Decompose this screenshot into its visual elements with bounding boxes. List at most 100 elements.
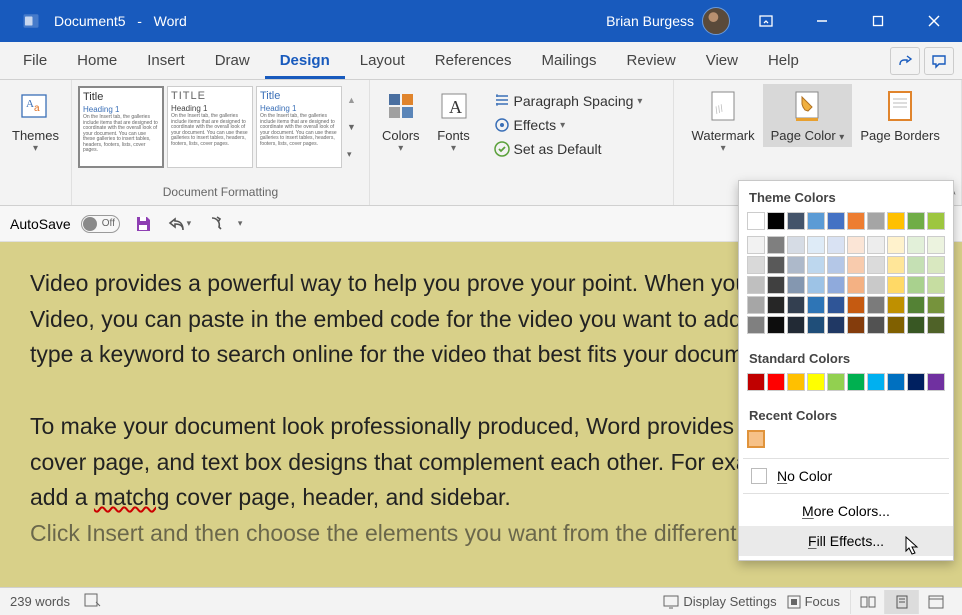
color-swatch[interactable] (847, 373, 865, 391)
share-button[interactable] (890, 47, 920, 75)
color-swatch[interactable] (767, 316, 785, 334)
color-swatch[interactable] (887, 316, 905, 334)
color-swatch[interactable] (767, 236, 785, 254)
set-as-default-button[interactable]: Set as Default (488, 138, 608, 160)
tab-insert[interactable]: Insert (132, 43, 200, 79)
color-swatch[interactable] (787, 296, 805, 314)
color-swatch[interactable] (827, 316, 845, 334)
colors-button[interactable]: Colors ▾ (374, 84, 428, 158)
tab-file[interactable]: File (8, 43, 62, 79)
color-swatch[interactable] (907, 373, 925, 391)
tab-design[interactable]: Design (265, 43, 345, 79)
color-swatch[interactable] (927, 373, 945, 391)
color-swatch[interactable] (807, 316, 825, 334)
color-swatch[interactable] (767, 256, 785, 274)
tab-help[interactable]: Help (753, 43, 814, 79)
display-settings-button[interactable]: Display Settings (663, 594, 776, 609)
proofing-button[interactable] (84, 592, 102, 611)
color-swatch[interactable] (867, 296, 885, 314)
style-thumb-1[interactable]: TitleHeading 1On the Insert tab, the gal… (78, 86, 164, 168)
undo-button[interactable]: ▾ (166, 211, 192, 237)
color-swatch[interactable] (907, 212, 925, 230)
color-swatch[interactable] (827, 373, 845, 391)
color-swatch[interactable] (847, 236, 865, 254)
color-swatch[interactable] (807, 212, 825, 230)
color-swatch[interactable] (807, 236, 825, 254)
page-color-button[interactable]: Page Color ▾ (763, 84, 853, 147)
fonts-button[interactable]: A Fonts ▾ (428, 84, 480, 158)
color-swatch[interactable] (887, 256, 905, 274)
save-button[interactable] (130, 211, 156, 237)
color-swatch[interactable] (747, 373, 765, 391)
color-swatch[interactable] (827, 212, 845, 230)
color-swatch[interactable] (807, 276, 825, 294)
color-swatch[interactable] (927, 212, 945, 230)
color-swatch[interactable] (747, 316, 765, 334)
web-layout-button[interactable] (918, 590, 952, 614)
tab-references[interactable]: References (420, 43, 527, 79)
color-swatch[interactable] (887, 276, 905, 294)
tab-home[interactable]: Home (62, 43, 132, 79)
color-swatch[interactable] (747, 296, 765, 314)
maximize-button[interactable] (850, 0, 906, 42)
word-count[interactable]: 239 words (10, 594, 70, 609)
style-thumb-3[interactable]: TitleHeading 1On the Insert tab, the gal… (256, 86, 342, 168)
redo-button[interactable] (202, 211, 228, 237)
page-borders-button[interactable]: Page Borders (852, 84, 948, 147)
tab-review[interactable]: Review (612, 43, 691, 79)
tab-layout[interactable]: Layout (345, 43, 420, 79)
color-swatch[interactable] (827, 296, 845, 314)
color-swatch[interactable] (807, 373, 825, 391)
color-swatch[interactable] (907, 296, 925, 314)
color-swatch[interactable] (787, 256, 805, 274)
color-swatch[interactable] (867, 236, 885, 254)
color-swatch[interactable] (847, 316, 865, 334)
color-swatch[interactable] (847, 296, 865, 314)
no-color-item[interactable]: No Color (739, 461, 953, 491)
more-icon[interactable]: ▾ (347, 149, 356, 160)
more-colors-item[interactable]: More Colors... (739, 496, 953, 526)
color-swatch[interactable] (787, 236, 805, 254)
chevron-up-icon[interactable]: ▲ (347, 95, 356, 105)
color-swatch[interactable] (787, 373, 805, 391)
color-swatch[interactable] (847, 212, 865, 230)
user-avatar[interactable] (702, 7, 730, 35)
color-swatch[interactable] (867, 316, 885, 334)
color-swatch[interactable] (807, 296, 825, 314)
watermark-button[interactable]: /// Watermark ▾ (684, 84, 763, 158)
paragraph-spacing-button[interactable]: Paragraph Spacing ▾ (488, 90, 649, 112)
autosave-toggle[interactable]: Off (81, 215, 120, 233)
fill-effects-item[interactable]: Fill Effects... (739, 526, 953, 556)
effects-button[interactable]: Effects ▾ (488, 114, 572, 136)
ribbon-display-button[interactable] (738, 0, 794, 42)
color-swatch[interactable] (887, 236, 905, 254)
color-swatch[interactable] (907, 236, 925, 254)
color-swatch[interactable] (787, 276, 805, 294)
color-swatch[interactable] (807, 256, 825, 274)
color-swatch[interactable] (907, 256, 925, 274)
color-swatch[interactable] (847, 256, 865, 274)
color-swatch[interactable] (927, 276, 945, 294)
comments-button[interactable] (924, 47, 954, 75)
color-swatch[interactable] (747, 212, 765, 230)
tab-view[interactable]: View (691, 43, 753, 79)
color-swatch[interactable] (787, 316, 805, 334)
color-swatch[interactable] (927, 256, 945, 274)
color-swatch[interactable] (747, 236, 765, 254)
focus-button[interactable]: Focus (787, 594, 840, 609)
color-swatch[interactable] (867, 212, 885, 230)
read-mode-button[interactable] (850, 590, 884, 614)
color-swatch[interactable] (887, 373, 905, 391)
color-swatch[interactable] (927, 236, 945, 254)
minimize-button[interactable] (794, 0, 850, 42)
color-swatch[interactable] (927, 296, 945, 314)
print-layout-button[interactable] (884, 590, 918, 614)
close-button[interactable] (906, 0, 962, 42)
color-swatch[interactable] (827, 276, 845, 294)
spelling-error[interactable]: matchg (94, 484, 169, 510)
chevron-down-icon[interactable]: ▼ (347, 122, 356, 132)
color-swatch[interactable] (927, 316, 945, 334)
color-swatch[interactable] (827, 256, 845, 274)
color-swatch[interactable] (867, 276, 885, 294)
color-swatch[interactable] (867, 256, 885, 274)
